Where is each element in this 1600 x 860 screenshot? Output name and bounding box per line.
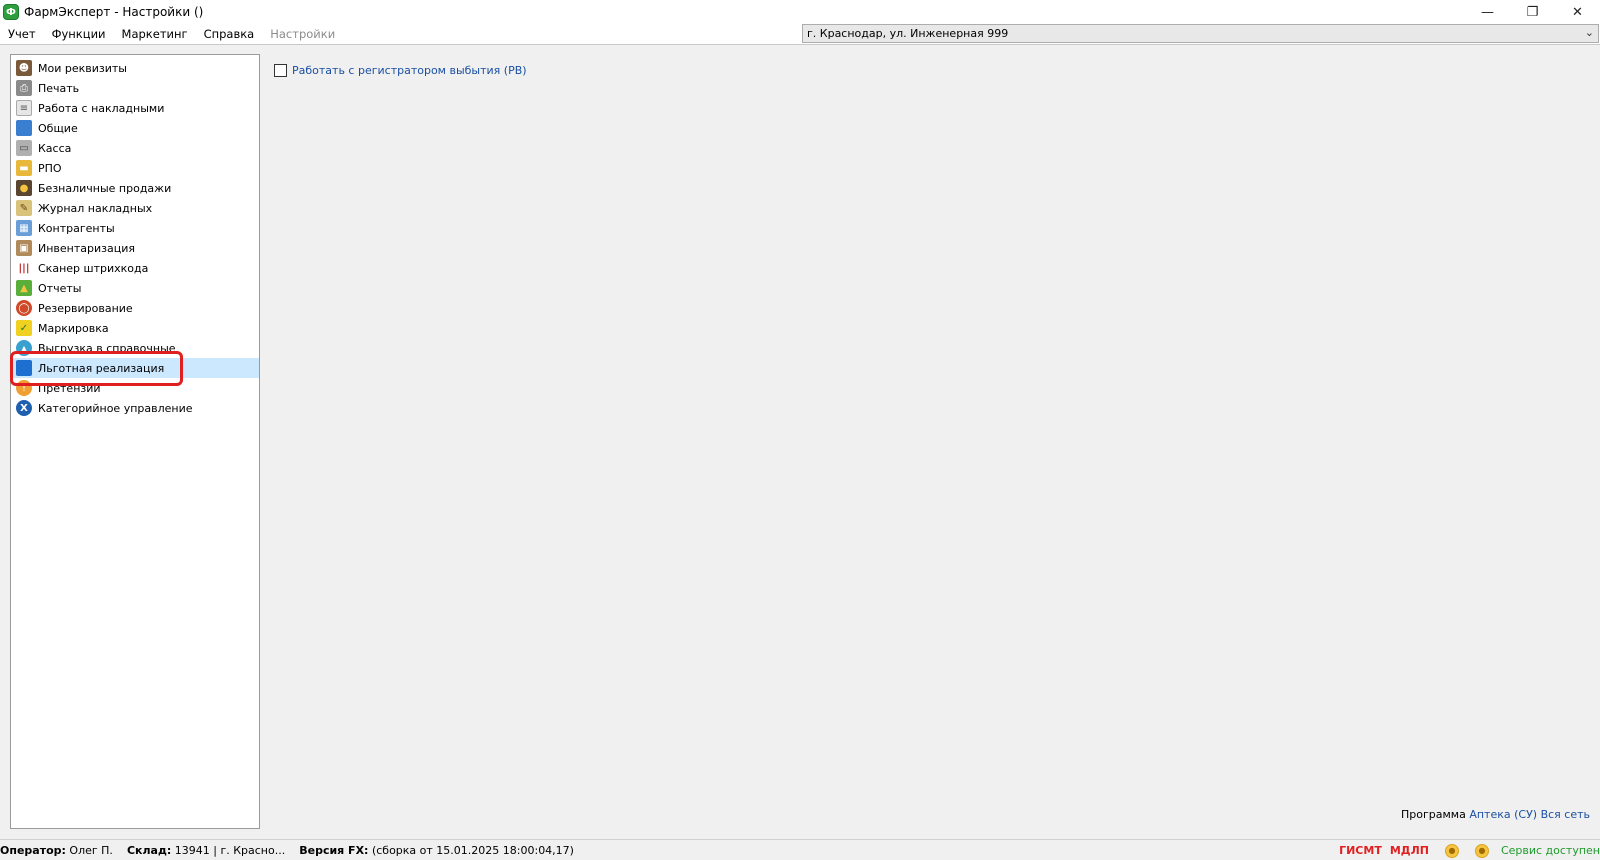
- tree-item-label: Контрагенты: [38, 221, 115, 235]
- tree-item-claims[interactable]: ! Претензии: [11, 378, 259, 398]
- program-info: Программа Аптека (СУ) Вся сеть: [1401, 808, 1590, 821]
- tree-item-label: Безналичные продажи: [38, 181, 172, 195]
- tree-item-barcode[interactable]: ||| Сканер штрихкода: [11, 258, 259, 278]
- tree-item-label: Категорийное управление: [38, 401, 193, 415]
- tree-item-contractors[interactable]: ▦ Контрагенты: [11, 218, 259, 238]
- tree-item-label: Общие: [38, 121, 78, 135]
- cash-register-icon: ▭: [16, 140, 32, 156]
- tree-item-label: РПО: [38, 161, 62, 175]
- tree-item-print[interactable]: ⎙ Печать: [11, 78, 259, 98]
- close-icon[interactable]: ✕: [1555, 0, 1600, 24]
- operator-value: Олег П.: [69, 843, 113, 857]
- tree-item-label: Выгрузка в справочные: [38, 341, 176, 355]
- warehouse-label: Склад:: [126, 843, 172, 857]
- version-label: Версия FX:: [299, 843, 369, 857]
- restore-icon[interactable]: ❐: [1510, 0, 1555, 24]
- contractors-icon: ▦: [16, 220, 32, 236]
- tree-item-label: Сканер штрихкода: [38, 261, 149, 275]
- inventory-boxes-icon: ▣: [16, 240, 32, 256]
- card-payment-icon: ●: [16, 180, 32, 196]
- tree-item-marking[interactable]: ✓ Маркировка: [11, 318, 259, 338]
- status-operator: Оператор: Олег П.: [0, 844, 113, 857]
- window-controls: — ❐ ✕: [1465, 0, 1600, 24]
- tree-item-requisites[interactable]: ☻ Мои реквизиты: [11, 58, 259, 78]
- status-version: Версия FX: (сборка от 15.01.2025 18:00:0…: [299, 844, 574, 857]
- registrator-checkbox-row[interactable]: Работать с регистратором выбытия (РВ): [274, 64, 527, 77]
- claims-icon: !: [16, 380, 32, 396]
- barcode-icon: |||: [16, 260, 32, 276]
- settings-content-panel: Работать с регистратором выбытия (РВ) Пр…: [262, 54, 1600, 829]
- rpo-icon: ▬: [16, 160, 32, 176]
- tree-item-label: Льготная реализация: [38, 361, 165, 375]
- tree-item-label: Инвентаризация: [38, 241, 135, 255]
- minimize-icon[interactable]: —: [1465, 0, 1510, 24]
- tree-item-rpo[interactable]: ▬ РПО: [11, 158, 259, 178]
- status-bar: Оператор: Олег П. Склад: 13941 | г. Крас…: [0, 839, 1600, 860]
- status-coin-icon[interactable]: ●: [1444, 843, 1459, 858]
- status-coin-icon[interactable]: ●: [1474, 843, 1489, 858]
- program-name: Аптека (СУ): [1469, 808, 1538, 821]
- printer-icon: ⎙: [16, 80, 32, 96]
- tree-item-invoices[interactable]: ≡ Работа с накладными: [11, 98, 259, 118]
- tree-item-label: Маркировка: [38, 321, 109, 335]
- upload-globe-icon: ▴: [16, 340, 32, 356]
- registrator-checkbox[interactable]: [274, 64, 287, 77]
- tree-item-reports[interactable]: ▲ Отчеты: [11, 278, 259, 298]
- tree-item-reservation[interactable]: ◯ Резервирование: [11, 298, 259, 318]
- tree-item-inventory[interactable]: ▣ Инвентаризация: [11, 238, 259, 258]
- menu-functions[interactable]: Функции: [44, 24, 114, 44]
- warehouse-value: 13941 | г. Красно...: [174, 843, 286, 857]
- registrator-checkbox-label[interactable]: Работать с регистратором выбытия (РВ): [292, 64, 527, 77]
- menu-help[interactable]: Справка: [196, 24, 263, 44]
- operator-label: Оператор:: [0, 843, 66, 857]
- store-select[interactable]: г. Краснодар, ул. Инженерная 999 ⌄: [802, 24, 1599, 43]
- tree-item-label: Претензии: [38, 381, 101, 395]
- tree-item-label: Печать: [38, 81, 80, 95]
- program-prefix: Программа: [1401, 808, 1466, 821]
- gismt-status[interactable]: ГИСМТ: [1339, 844, 1382, 857]
- status-indicators: ГИСМТ МДЛП ● ● Сервис доступен: [1339, 840, 1600, 860]
- tree-item-label: Касса: [38, 141, 72, 155]
- program-scope: Вся сеть: [1540, 808, 1590, 821]
- chevron-down-icon: ⌄: [1584, 26, 1594, 39]
- version-value: (сборка от 15.01.2025 18:00:04,17): [371, 843, 574, 857]
- preferential-book-icon: [16, 360, 32, 376]
- settings-tree: ☻ Мои реквизиты ⎙ Печать ≡ Работа с накл…: [10, 54, 260, 829]
- status-warehouse: Склад: 13941 | г. Красно...: [127, 844, 285, 857]
- title-bar: Ф ФармЭксперт - Настройки () — ❐ ✕: [0, 0, 1600, 24]
- book-icon: [16, 120, 32, 136]
- category-management-icon: X: [16, 400, 32, 416]
- reports-chart-icon: ▲: [16, 280, 32, 296]
- menu-settings: Настройки: [270, 27, 336, 41]
- document-list-icon: ≡: [16, 100, 32, 116]
- store-select-value: г. Краснодар, ул. Инженерная 999: [807, 27, 1009, 40]
- tree-item-cashless[interactable]: ● Безналичные продажи: [11, 178, 259, 198]
- tree-item-label: Резервирование: [38, 301, 133, 315]
- mdlp-status[interactable]: МДЛП: [1390, 844, 1429, 857]
- tree-item-category[interactable]: X Категорийное управление: [11, 398, 259, 418]
- window-title: ФармЭксперт - Настройки (): [24, 5, 204, 19]
- tree-item-preferential[interactable]: Льготная реализация: [11, 358, 259, 378]
- tree-item-label: Мои реквизиты: [38, 61, 127, 75]
- tree-item-cash[interactable]: ▭ Касса: [11, 138, 259, 158]
- tree-item-label: Работа с накладными: [38, 101, 165, 115]
- tree-item-label: Журнал накладных: [38, 201, 153, 215]
- tree-item-general[interactable]: Общие: [11, 118, 259, 138]
- tree-item-label: Отчеты: [38, 281, 82, 295]
- user-card-icon: ☻: [16, 60, 32, 76]
- menu-divider: [0, 44, 1600, 45]
- pharmexpert-logo-icon: Ф: [3, 4, 19, 20]
- menu-marketing[interactable]: Маркетинг: [114, 24, 196, 44]
- marking-check-icon: ✓: [16, 320, 32, 336]
- journal-icon: ✎: [16, 200, 32, 216]
- menu-uchet[interactable]: Учет: [0, 24, 44, 44]
- service-status: Сервис доступен: [1500, 844, 1600, 857]
- tree-item-journal[interactable]: ✎ Журнал накладных: [11, 198, 259, 218]
- reservation-icon: ◯: [16, 300, 32, 316]
- tree-item-upload[interactable]: ▴ Выгрузка в справочные: [11, 338, 259, 358]
